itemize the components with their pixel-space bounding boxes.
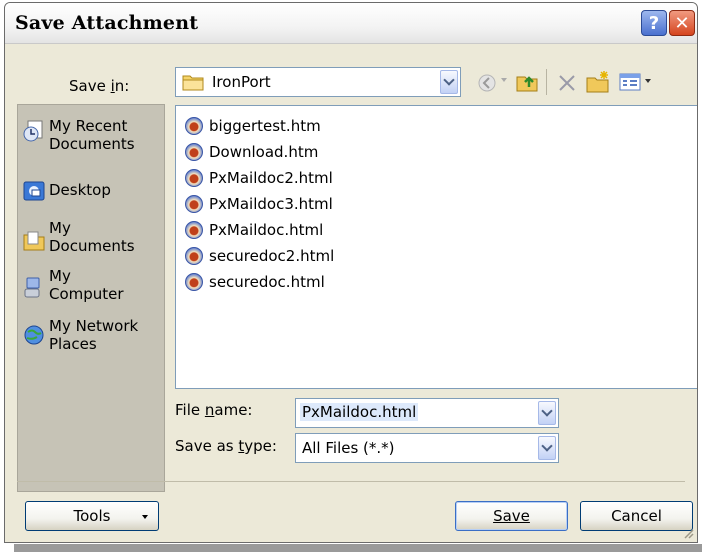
- help-button[interactable]: ?: [641, 10, 667, 36]
- list-item[interactable]: PxMaildoc2.html: [185, 166, 333, 190]
- new-folder-icon[interactable]: [585, 70, 611, 94]
- file-name: PxMaildoc.html: [209, 221, 324, 239]
- place-label: My Documents: [49, 219, 135, 255]
- save-label: Save: [493, 507, 530, 525]
- save-attachment-dialog: Save Attachment ? ✕ Save in: IronPort My…: [4, 2, 698, 543]
- folder-icon: [182, 75, 204, 91]
- list-item[interactable]: biggertest.htm: [185, 114, 321, 138]
- save-as-type-label: Save as type:: [175, 437, 277, 455]
- delete-icon[interactable]: [557, 73, 577, 93]
- place-label: My Recent Documents: [49, 117, 135, 153]
- place-label: My Computer: [49, 267, 124, 303]
- places-bar: My Recent Documents Desktop My Documents…: [17, 104, 165, 492]
- divider: [17, 481, 685, 482]
- chevron-down-icon[interactable]: [440, 70, 458, 94]
- tools-label: Tools: [73, 507, 111, 525]
- place-my-recent-documents[interactable]: My Recent Documents: [22, 117, 135, 153]
- place-my-computer[interactable]: My Computer: [22, 267, 124, 303]
- cancel-button[interactable]: Cancel: [580, 501, 693, 531]
- save-as-type-value: All Files (*.*): [302, 439, 395, 457]
- file-name: Download.htm: [209, 143, 319, 161]
- desktop-icon: [23, 181, 45, 201]
- place-label: Desktop: [49, 181, 111, 199]
- chevron-down-icon[interactable]: [538, 401, 556, 425]
- html-file-icon: [185, 273, 203, 291]
- file-name: PxMaildoc3.html: [209, 195, 333, 213]
- views-menu-icon[interactable]: [619, 72, 641, 92]
- file-name-field[interactable]: PxMaildoc.html: [295, 398, 559, 428]
- file-name-value: PxMaildoc.html: [300, 403, 419, 421]
- chevron-down-icon: [142, 515, 148, 519]
- html-file-icon: [185, 195, 203, 213]
- recent-documents-icon: [23, 120, 43, 142]
- window-shadow: [14, 544, 702, 552]
- toolbar-separator: [546, 69, 547, 95]
- place-my-network-places[interactable]: My Network Places: [22, 317, 138, 353]
- html-file-icon: [185, 247, 203, 265]
- list-item[interactable]: Download.htm: [185, 140, 318, 164]
- list-item[interactable]: securedoc2.html: [185, 244, 334, 268]
- network-places-icon: [24, 325, 44, 345]
- my-documents-icon: [23, 231, 45, 251]
- place-my-documents[interactable]: My Documents: [22, 219, 135, 255]
- file-name: biggertest.htm: [209, 117, 321, 135]
- dialog-title: Save Attachment: [15, 12, 199, 34]
- close-icon: ✕: [674, 12, 690, 34]
- html-file-icon: [185, 221, 203, 239]
- my-computer-icon: [24, 277, 40, 298]
- title-bar[interactable]: Save Attachment ? ✕: [5, 3, 697, 44]
- list-item[interactable]: PxMaildoc3.html: [185, 192, 333, 216]
- file-name: PxMaildoc2.html: [209, 169, 333, 187]
- file-name: securedoc.html: [209, 273, 325, 291]
- file-list[interactable]: biggertest.htm Download.htm PxMaildoc2.h…: [175, 105, 697, 389]
- views-dropdown-icon[interactable]: [645, 79, 651, 83]
- save-button[interactable]: Save: [455, 501, 568, 531]
- html-file-icon: [185, 143, 203, 161]
- cancel-label: Cancel: [611, 507, 662, 525]
- save-in-dropdown[interactable]: IronPort: [175, 67, 461, 97]
- tools-button[interactable]: Tools: [25, 501, 159, 531]
- list-item[interactable]: securedoc.html: [185, 270, 325, 294]
- save-in-value: IronPort: [212, 73, 271, 91]
- place-desktop[interactable]: Desktop: [22, 177, 111, 203]
- file-name: securedoc2.html: [209, 247, 335, 265]
- back-icon[interactable]: [477, 73, 497, 93]
- html-file-icon: [185, 117, 203, 135]
- place-label: My Network Places: [49, 317, 139, 353]
- list-item[interactable]: PxMaildoc.html: [185, 218, 323, 242]
- resize-grip-icon[interactable]: [682, 527, 694, 539]
- file-name-label: File name:: [175, 401, 253, 419]
- chevron-down-icon[interactable]: [538, 436, 556, 460]
- back-dropdown-icon[interactable]: [501, 78, 507, 82]
- up-folder-icon[interactable]: [515, 71, 539, 93]
- help-icon: ?: [648, 12, 660, 34]
- save-as-type-dropdown[interactable]: All Files (*.*): [295, 433, 559, 463]
- html-file-icon: [185, 169, 203, 187]
- save-in-label: Save in:: [69, 77, 130, 95]
- close-button[interactable]: ✕: [669, 10, 695, 36]
